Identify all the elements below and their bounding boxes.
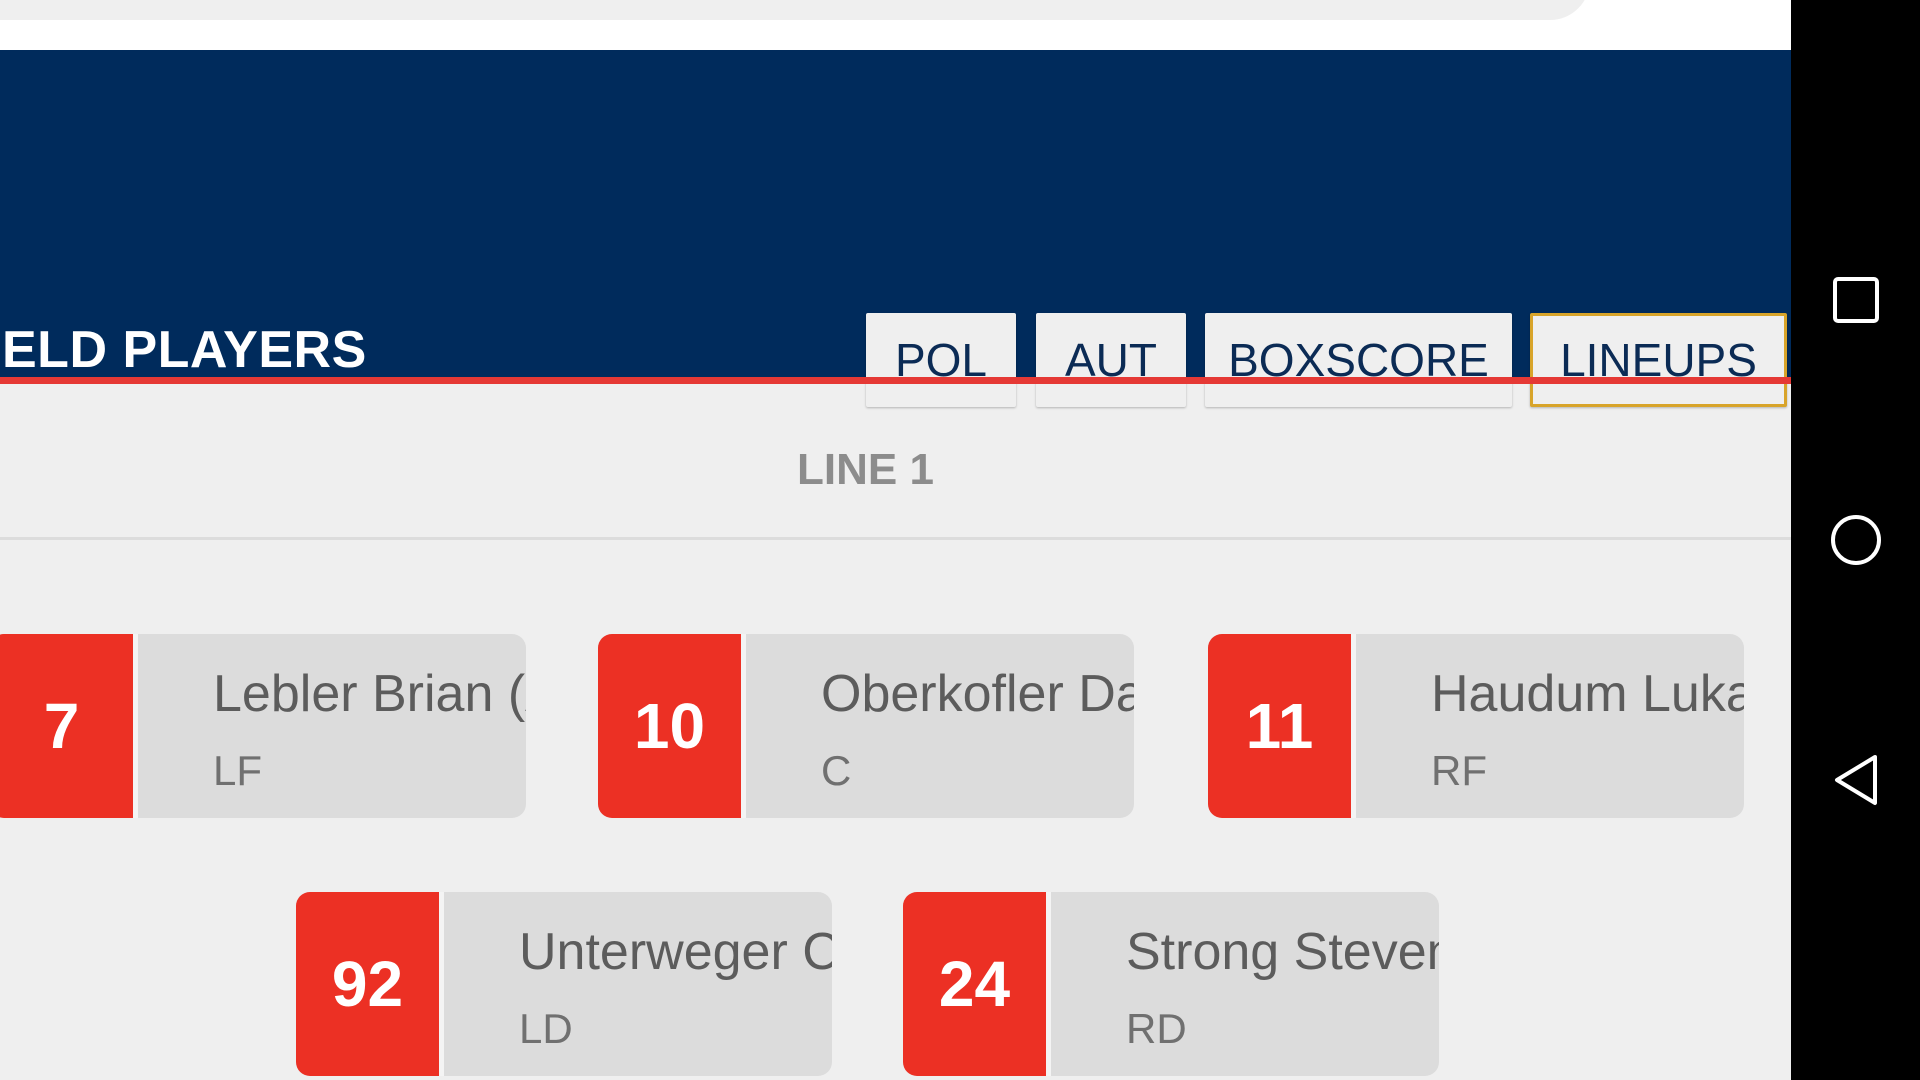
top-bar xyxy=(0,0,1791,50)
app-screen: ELD PLAYERS POL AUT BOXSCORE LINEUPS LIN… xyxy=(0,0,1791,1080)
player-name: Lebler Brian (A xyxy=(213,665,526,723)
home-icon xyxy=(1830,515,1881,565)
player-card[interactable]: 10 Oberkofler Da C xyxy=(598,634,1134,818)
player-number: 24 xyxy=(903,892,1051,1076)
header-accent-line xyxy=(0,377,1791,384)
tab-boxscore[interactable]: BOXSCORE xyxy=(1205,313,1512,407)
tab-aut[interactable]: AUT xyxy=(1036,313,1186,407)
home-button[interactable] xyxy=(1791,480,1920,600)
player-name: Oberkofler Da xyxy=(821,665,1134,723)
section-title: ELD PLAYERS xyxy=(2,321,367,379)
player-position: RF xyxy=(1431,747,1487,794)
player-name: Haudum Luka xyxy=(1431,665,1744,723)
player-name: Strong Steven xyxy=(1126,923,1439,981)
search-bar[interactable] xyxy=(0,0,1590,20)
line-divider xyxy=(0,537,1791,540)
player-name: Unterweger C xyxy=(519,923,832,981)
player-position: LD xyxy=(519,1005,573,1052)
player-position: RD xyxy=(1126,1005,1187,1052)
player-number: 7 xyxy=(0,634,138,818)
player-position: LF xyxy=(213,747,263,794)
player-card[interactable]: 24 Strong Steven RD xyxy=(903,892,1439,1076)
back-button[interactable] xyxy=(1791,720,1920,840)
line-title: LINE 1 xyxy=(797,445,934,494)
back-icon xyxy=(1834,755,1877,805)
header-banner: ELD PLAYERS POL AUT BOXSCORE LINEUPS xyxy=(0,50,1791,407)
player-number: 10 xyxy=(598,634,746,818)
recent-apps-icon xyxy=(1832,277,1879,323)
player-number: 92 xyxy=(296,892,444,1076)
player-number: 11 xyxy=(1208,634,1356,818)
player-position: C xyxy=(821,747,852,794)
player-card[interactable]: 11 Haudum Luka RF xyxy=(1208,634,1744,818)
player-card[interactable]: 92 Unterweger C LD xyxy=(296,892,832,1076)
system-nav-bar xyxy=(1791,0,1920,1080)
tab-pol[interactable]: POL xyxy=(866,313,1016,407)
tab-lineups[interactable]: LINEUPS xyxy=(1530,313,1787,407)
recent-apps-button[interactable] xyxy=(1791,240,1920,360)
player-card[interactable]: 7 Lebler Brian (A LF xyxy=(0,634,526,818)
